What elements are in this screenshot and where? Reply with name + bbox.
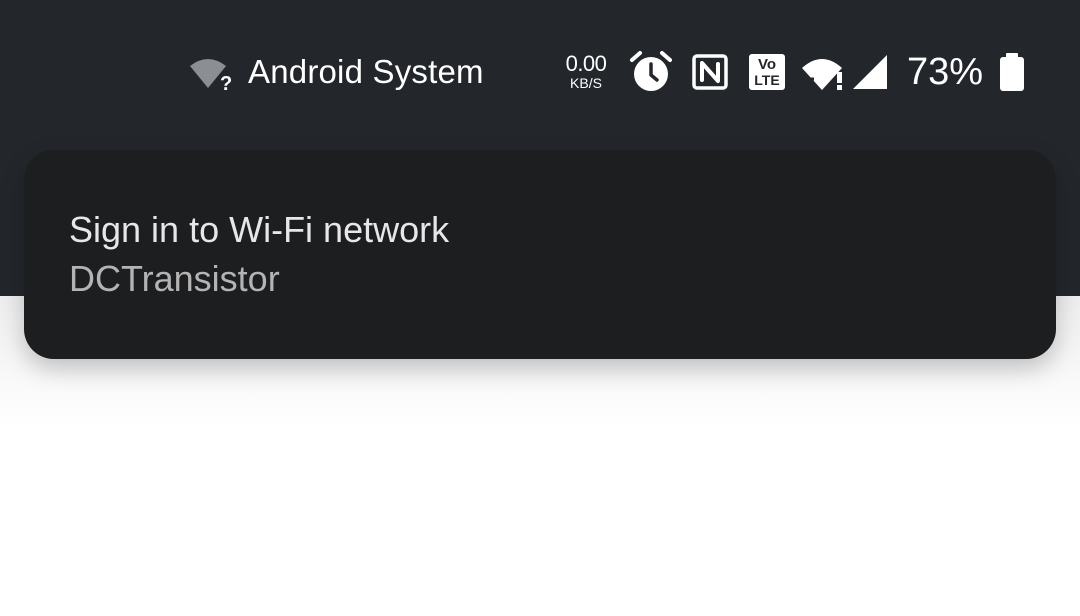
notification-title: Sign in to Wi-Fi network (69, 209, 450, 250)
volte-bottom-label: LTE (754, 72, 780, 88)
network-speed-value: 0.00 (565, 51, 607, 76)
network-speed: 0.00 KB/S (560, 51, 612, 91)
volte-top-label: Vo (757, 56, 777, 73)
svg-text:?: ? (220, 73, 232, 92)
volte-icon: Vo LTE (749, 54, 785, 90)
alarm-icon (630, 51, 672, 91)
wifi-alert-icon (802, 59, 842, 90)
status-bar: ? Android System 0.00 KB/S Vo LTE 73% (0, 0, 1080, 150)
battery-icon (1000, 53, 1024, 91)
battery-percent: 73% (907, 51, 984, 93)
cell-signal-icon (853, 55, 887, 89)
wifi-question-icon: ? (190, 59, 232, 92)
network-speed-unit: KB/S (570, 75, 602, 91)
notification-card[interactable]: Sign in to Wi-Fi network DCTransistor (24, 150, 1056, 359)
notification-network-name: DCTransistor (69, 258, 280, 299)
app-name-label: Android System (248, 53, 484, 90)
nfc-icon (692, 54, 728, 90)
